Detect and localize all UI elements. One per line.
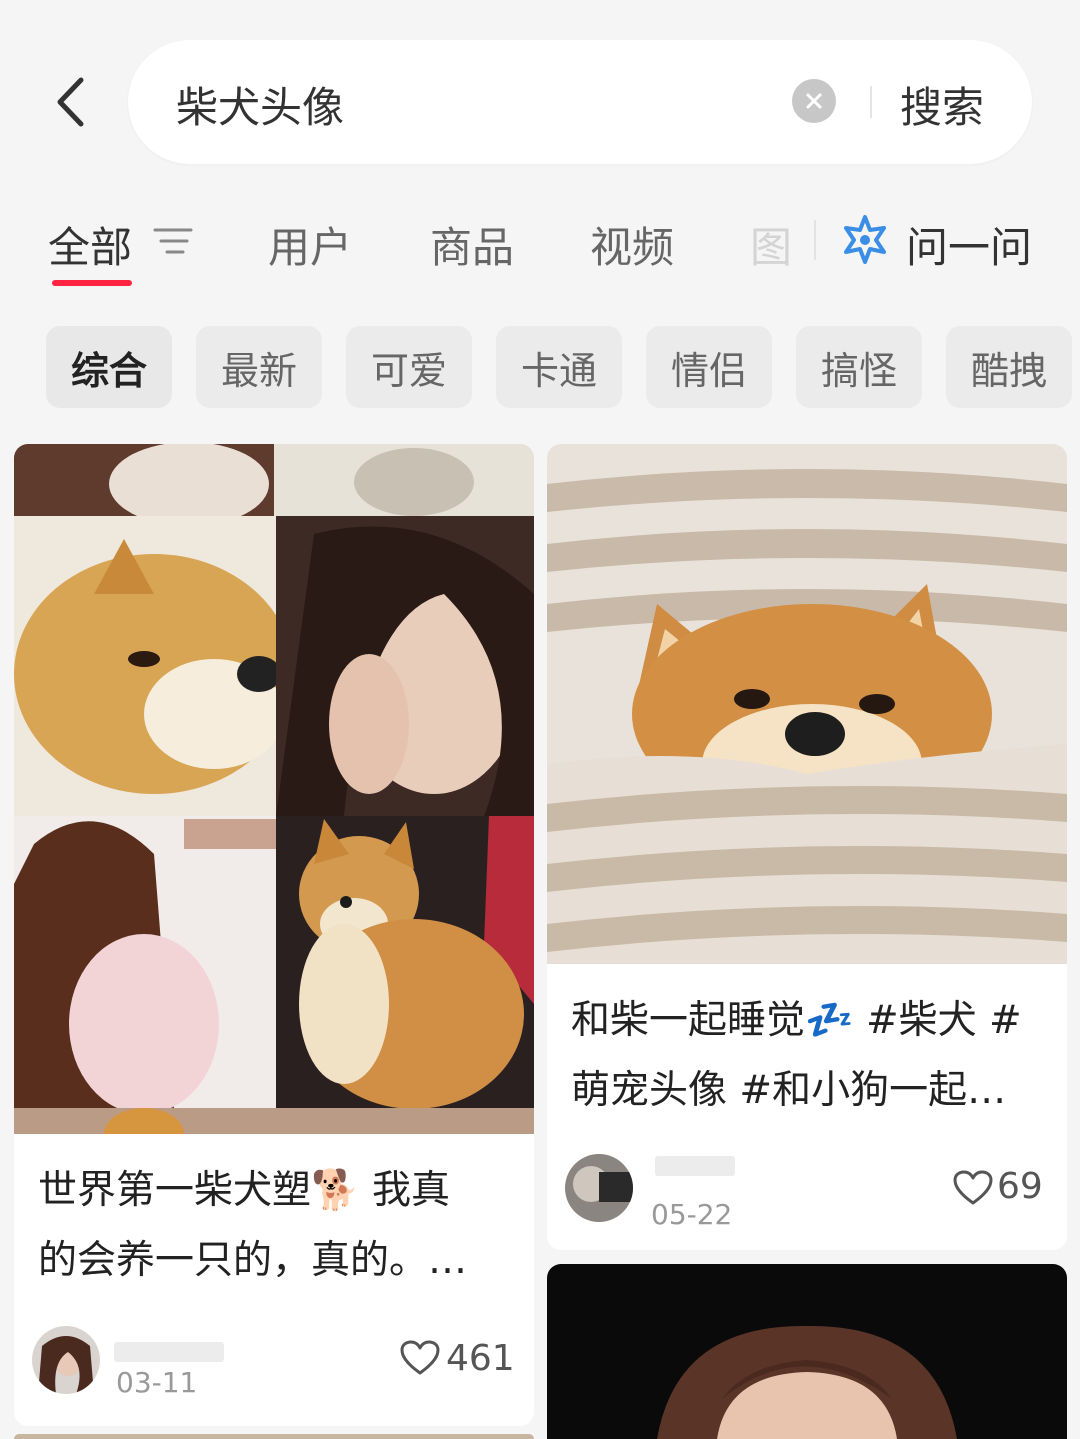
active-tab-indicator (52, 280, 132, 286)
post-date: 03-11 (116, 1366, 198, 1399)
like-count: 461 (446, 1338, 515, 1379)
author-avatar[interactable] (565, 1154, 633, 1222)
search-results-screen: 柴犬头像 搜索 全部 用户 商品 视频 图 问一问 综合 最新 可爱 卡通 情侣… (0, 0, 1080, 1439)
tab-products[interactable]: 商品 (430, 214, 514, 275)
post-title-line: 萌宠头像 #和小狗一起… (571, 1068, 1007, 1113)
search-button[interactable]: 搜索 (900, 74, 984, 135)
author-avatar[interactable] (32, 1326, 100, 1394)
search-divider (870, 86, 872, 118)
chip-cute[interactable]: 可爱 (346, 326, 472, 408)
like-count: 69 (997, 1166, 1043, 1207)
heart-icon[interactable] (953, 1170, 993, 1206)
heart-icon[interactable] (400, 1340, 440, 1376)
post-card[interactable] (14, 1434, 534, 1439)
back-button[interactable] (40, 70, 100, 134)
post-title-line: 世界第一柴犬塑🐕 我真 (38, 1168, 450, 1213)
clear-search-button[interactable] (792, 79, 836, 123)
ask-star-icon[interactable] (838, 212, 892, 266)
chip-comprehensive[interactable]: 综合 (46, 326, 172, 408)
filter-icon[interactable] (153, 226, 193, 256)
author-name-blurred[interactable] (114, 1342, 224, 1362)
post-card[interactable]: 和柴一起睡觉💤 #柴犬 # 萌宠头像 #和小狗一起… 05-22 69 (547, 444, 1067, 1250)
post-title-line: 和柴一起睡觉💤 #柴犬 # (571, 998, 1022, 1043)
author-name-blurred[interactable] (655, 1156, 735, 1176)
filter-chips: 综合 最新 可爱 卡通 情侣 搞怪 酷拽 (0, 326, 1080, 408)
chevron-left-icon (57, 77, 84, 127)
chip-funny[interactable]: 搞怪 (796, 326, 922, 408)
chip-latest[interactable]: 最新 (196, 326, 322, 408)
avatar-image (32, 1326, 100, 1394)
post-image-collage[interactable] (14, 444, 534, 1134)
tab-users[interactable]: 用户 (268, 214, 352, 275)
avatar-image (565, 1154, 633, 1222)
tab-divider (814, 220, 816, 260)
search-bar[interactable]: 柴犬头像 搜索 (128, 40, 1032, 164)
post-date: 05-22 (651, 1198, 733, 1231)
post-image-portrait[interactable] (547, 1264, 1067, 1439)
close-icon (806, 93, 822, 109)
post-card[interactable] (547, 1264, 1067, 1439)
chip-couple[interactable]: 情侣 (646, 326, 772, 408)
post-card[interactable]: 世界第一柴犬塑🐕 我真 的会养一只的，真的。… 03-11 461 (14, 444, 534, 1426)
post-image-partial (14, 1434, 534, 1439)
tab-ask[interactable]: 问一问 (906, 214, 1032, 275)
chip-cool[interactable]: 酷拽 (946, 326, 1072, 408)
search-input[interactable]: 柴犬头像 (176, 74, 344, 135)
post-image-shiba-bed[interactable] (547, 444, 1067, 964)
tab-images[interactable]: 图 (750, 214, 792, 275)
chip-cartoon[interactable]: 卡通 (496, 326, 622, 408)
post-title-line: 的会养一只的，真的。… (38, 1238, 468, 1283)
tab-videos[interactable]: 视频 (590, 214, 674, 275)
tab-all[interactable]: 全部 (48, 214, 132, 275)
category-tabs: 全部 用户 商品 视频 图 问一问 (0, 196, 1080, 296)
